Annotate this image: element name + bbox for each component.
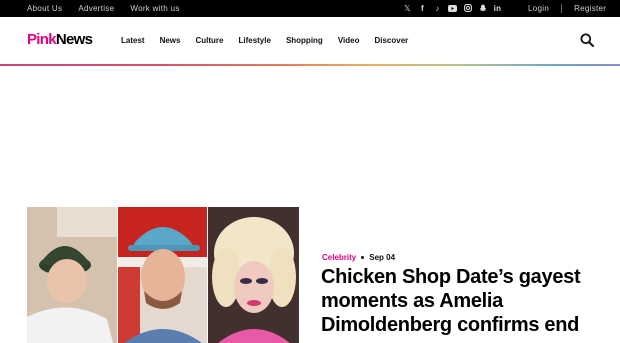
tiktok-icon[interactable]: ♪ bbox=[433, 3, 442, 13]
about-us-link[interactable]: About Us bbox=[27, 4, 62, 13]
nav-video[interactable]: Video bbox=[338, 36, 360, 45]
photo-panel-middle bbox=[118, 207, 207, 343]
facebook-icon[interactable]: f bbox=[418, 3, 427, 13]
nav-culture[interactable]: Culture bbox=[195, 36, 223, 45]
social-links: 𝕏 f ♪ in bbox=[403, 3, 502, 13]
top-utility-bar: About Us Advertise Work with us 𝕏 f ♪ in… bbox=[0, 0, 620, 17]
register-link[interactable]: Register bbox=[574, 4, 606, 13]
logo-news: News bbox=[55, 31, 93, 48]
photo-panel-right bbox=[208, 207, 299, 343]
auth-divider bbox=[561, 4, 563, 13]
linkedin-icon[interactable]: in bbox=[493, 3, 502, 13]
meta-dot-separator bbox=[361, 256, 365, 259]
category-link[interactable]: Celebrity bbox=[322, 253, 356, 262]
article-hero-image[interactable] bbox=[27, 207, 299, 343]
nav-discover[interactable]: Discover bbox=[374, 36, 408, 45]
nav-news[interactable]: News bbox=[160, 36, 181, 45]
nav-lifestyle[interactable]: Lifestyle bbox=[238, 36, 270, 45]
nav-latest[interactable]: Latest bbox=[121, 36, 145, 45]
auth-links: Login Register bbox=[528, 4, 606, 13]
utility-links: About Us Advertise Work with us bbox=[27, 4, 196, 13]
logo-pink: Pink bbox=[27, 31, 57, 48]
youtube-icon[interactable] bbox=[448, 3, 457, 13]
nav-shopping[interactable]: Shopping bbox=[286, 36, 323, 45]
ad-space bbox=[0, 66, 620, 206]
primary-nav: Latest News Culture Lifestyle Shopping V… bbox=[121, 36, 408, 45]
work-with-us-link[interactable]: Work with us bbox=[130, 4, 179, 13]
instagram-icon[interactable] bbox=[463, 3, 472, 13]
login-link[interactable]: Login bbox=[528, 4, 549, 13]
article-headline[interactable]: Chicken Shop Date’s gayest moments as Am… bbox=[321, 265, 611, 337]
x-icon[interactable]: 𝕏 bbox=[403, 3, 412, 13]
article-meta: Celebrity Sep 04 bbox=[322, 253, 395, 262]
photo-panel-left bbox=[27, 207, 117, 343]
advertise-link[interactable]: Advertise bbox=[78, 4, 114, 13]
site-logo[interactable]: PinkNews bbox=[27, 31, 93, 48]
article-date: Sep 04 bbox=[369, 253, 396, 262]
search-icon[interactable] bbox=[580, 33, 594, 47]
main-header: PinkNews Latest News Culture Lifestyle S… bbox=[0, 17, 620, 64]
snapchat-icon[interactable] bbox=[478, 3, 487, 13]
